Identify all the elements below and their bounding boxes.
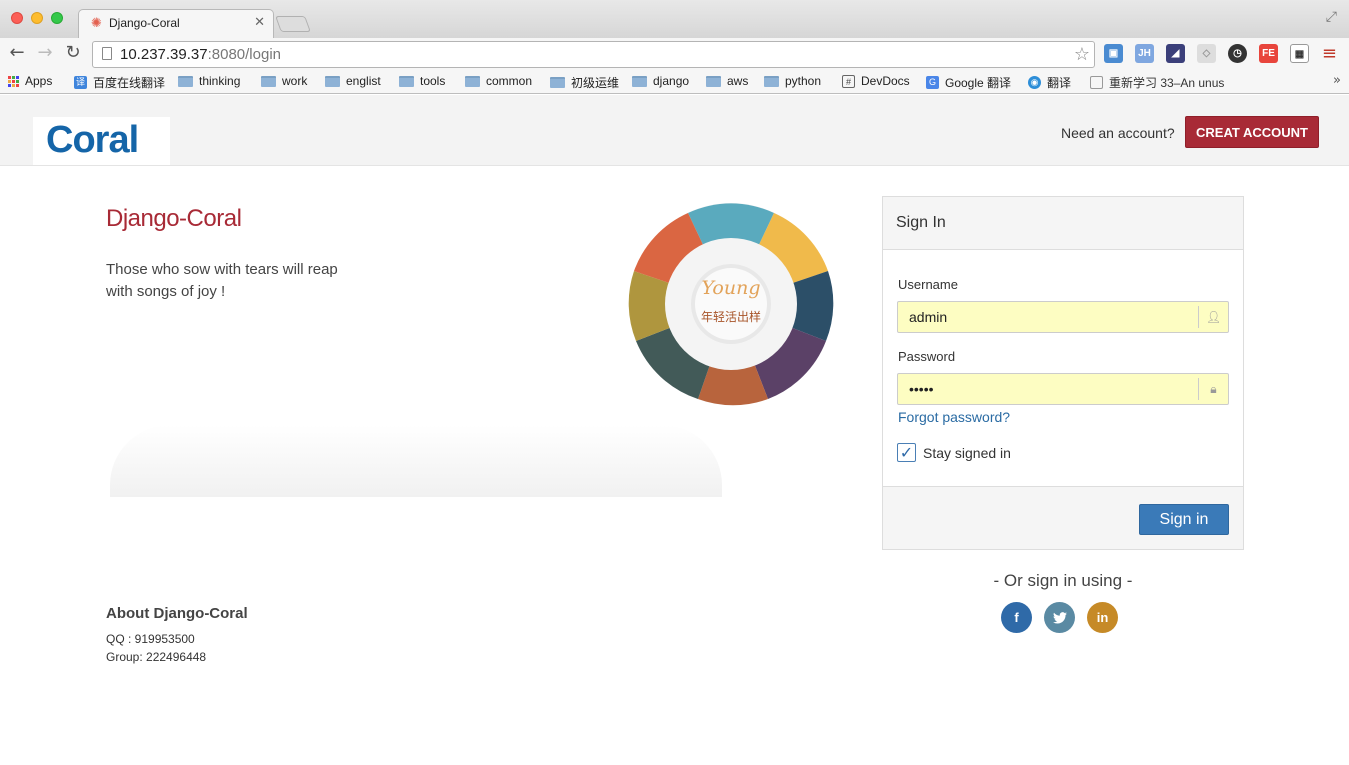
about-qq: QQ : 919953500 (106, 632, 195, 646)
folder-icon (325, 75, 340, 87)
site-header: Coral Need an account? CREAT ACCOUNT (0, 95, 1349, 166)
stay-signed-in-checkbox[interactable]: ✓ (897, 443, 916, 462)
username-label: Username (898, 277, 958, 292)
bookmark-folder-aws[interactable]: aws (706, 74, 748, 88)
password-label: Password (898, 349, 956, 364)
window-titlebar: ✺ Django-Coral ✕ ⤢ (0, 0, 1349, 38)
password-input[interactable] (898, 374, 1198, 404)
bookmark-folder-englist[interactable]: englist (325, 74, 381, 88)
folder-icon (399, 75, 414, 87)
url-text: 10.237.39.37:8080/login (120, 46, 281, 63)
browser-toolbar: ← → ↻ 10.237.39.37:8080/login ☆ ▣ JH ◢ ◇… (0, 38, 1349, 70)
signin-panel-footer: Sign in (883, 486, 1243, 549)
bookmarks-bar: Apps 译百度在线翻译 thinking work englist tools… (0, 70, 1349, 94)
translate-icon: ◉ (1028, 76, 1041, 89)
bookmark-folder-thinking[interactable]: thinking (178, 74, 240, 88)
tab-title: Django-Coral (109, 16, 180, 30)
google-translate-icon: G (926, 76, 939, 89)
close-window-button[interactable] (11, 12, 23, 24)
page-content: Coral Need an account? CREAT ACCOUNT Dja… (0, 95, 1349, 765)
bookmark-apps[interactable]: Apps (8, 74, 52, 88)
bookmark-baidu-translate[interactable]: 译百度在线翻译 (74, 74, 165, 91)
badge-text-cn: 年轻活出样 (701, 309, 761, 324)
folder-icon (178, 75, 193, 87)
badge-text-young: Young (702, 277, 761, 299)
coral-logo[interactable]: Coral (33, 117, 170, 165)
need-account-text: Need an account? (1061, 125, 1175, 141)
qrcode-extension-icon[interactable]: ▦ (1290, 44, 1309, 63)
user-icon: 👤︎ (1198, 306, 1228, 328)
jh-extension-icon[interactable]: JH (1135, 44, 1154, 63)
folder-icon (706, 75, 721, 87)
forward-arrow-icon[interactable]: → (35, 42, 55, 63)
bookmark-folder-python[interactable]: python (764, 74, 821, 88)
bookmark-folder-common[interactable]: common (465, 74, 532, 88)
bookmark-translate[interactable]: ◉ 翻译 (1028, 74, 1071, 91)
coral-favicon-icon: ✺ (91, 16, 102, 31)
bookmark-google-translate[interactable]: G Google 翻译 (926, 74, 1011, 91)
tagline: Those who sow with tears will reap with … (106, 261, 338, 300)
signin-panel: Sign In Username 👤︎ Password 🔒︎ Forgot p… (882, 196, 1244, 550)
bookmark-folder-django[interactable]: django (632, 74, 689, 88)
twitter-icon[interactable] (1044, 602, 1075, 633)
create-account-button[interactable]: CREAT ACCOUNT (1185, 116, 1319, 148)
hash-icon: # (842, 74, 855, 88)
about-title: About Django-Coral (106, 605, 248, 622)
back-arrow-icon[interactable]: ← (7, 42, 27, 63)
reload-icon[interactable]: ↻ (63, 42, 83, 63)
username-field[interactable]: 👤︎ (897, 301, 1229, 333)
close-tab-icon[interactable]: ✕ (254, 15, 265, 30)
fullscreen-icon[interactable]: ⤢ (1326, 9, 1337, 25)
signin-panel-header: Sign In (883, 197, 1243, 250)
shield-extension-icon[interactable]: ◇ (1197, 44, 1216, 63)
bookmark-devdocs[interactable]: # DevDocs (842, 74, 910, 88)
fe-extension-icon[interactable]: FE (1259, 44, 1278, 63)
forgot-password-link[interactable]: Forgot password? (898, 409, 1010, 425)
apps-grid-icon (8, 75, 19, 87)
page-icon (1090, 76, 1103, 89)
username-input[interactable] (898, 302, 1198, 332)
stay-signed-in-label[interactable]: Stay signed in (923, 445, 1011, 461)
translate-icon: 译 (74, 76, 87, 89)
screen-capture-extension-icon[interactable]: ▣ (1104, 44, 1123, 63)
sign-in-button[interactable]: Sign in (1139, 504, 1229, 535)
timer-extension-icon[interactable]: ◷ (1228, 44, 1247, 63)
lock-icon: 🔒︎ (1198, 378, 1228, 400)
or-sign-in-using: - Or sign in using - (993, 571, 1133, 590)
about-group: Group: 222496448 (106, 650, 207, 664)
folder-icon (261, 75, 276, 87)
decorative-shadow (110, 425, 722, 497)
folder-icon (550, 77, 565, 88)
folder-icon (465, 75, 480, 87)
password-field[interactable]: 🔒︎ (897, 373, 1229, 405)
site-title: Django-Coral (106, 205, 242, 232)
chrome-menu-icon[interactable]: ≡ (1322, 43, 1337, 64)
new-tab-button[interactable] (275, 16, 311, 32)
stats-extension-icon[interactable]: ◢ (1166, 44, 1185, 63)
bookmark-relearn[interactable]: 重新学习 33–An unus (1090, 74, 1224, 91)
page-icon (102, 47, 112, 60)
linkedin-icon[interactable]: in (1087, 602, 1118, 633)
bookmark-folder-tools[interactable]: tools (399, 74, 445, 88)
bookmark-folder-work[interactable]: work (261, 74, 307, 88)
bookmark-star-icon[interactable]: ☆ (1074, 44, 1090, 65)
more-bookmarks-icon[interactable]: » (1333, 73, 1341, 88)
bookmark-folder-ops[interactable]: 初级运维 (550, 74, 619, 91)
zoom-window-button[interactable] (51, 12, 63, 24)
young-badge-illustration: Young 年轻活出样 (628, 203, 834, 406)
facebook-icon[interactable]: f (1001, 602, 1032, 633)
folder-icon (764, 75, 779, 87)
minimize-window-button[interactable] (31, 12, 43, 24)
browser-tab[interactable]: ✺ Django-Coral ✕ (78, 9, 274, 38)
folder-icon (632, 75, 647, 87)
address-bar[interactable]: 10.237.39.37:8080/login ☆ (92, 41, 1095, 68)
signin-title: Sign In (896, 214, 946, 231)
logo-text: Coral (46, 119, 139, 161)
